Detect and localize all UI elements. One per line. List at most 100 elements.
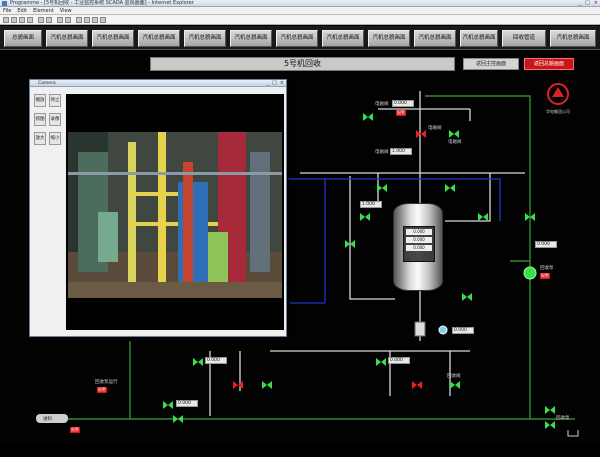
v2-value: 1.000 bbox=[360, 201, 382, 208]
camera-window-title: Camera bbox=[38, 81, 56, 86]
menu-file[interactable]: File bbox=[3, 7, 11, 14]
nav-button[interactable]: 回收管道 bbox=[502, 30, 546, 47]
valve-icon[interactable] bbox=[193, 358, 203, 366]
camera-minimize-icon[interactable]: _ bbox=[267, 80, 270, 87]
nav-button[interactable]: 汽机总貌画面 bbox=[184, 30, 226, 47]
camera-close-icon[interactable]: × bbox=[280, 80, 284, 87]
top-value: 0.000 bbox=[392, 100, 414, 107]
nav-button[interactable]: 汽机总貌画面 bbox=[414, 30, 456, 47]
feed-tag-shape bbox=[36, 414, 68, 423]
minimize-icon[interactable]: _ bbox=[579, 0, 582, 7]
nav-button[interactable]: 汽机总貌画面 bbox=[138, 30, 180, 47]
nav-bar: 总貌画面 汽机总貌画面 汽机总貌画面 汽机总貌画面 汽机总貌画面 汽机总貌画面 … bbox=[0, 26, 600, 50]
valve-icon[interactable] bbox=[345, 240, 355, 248]
top-valve-label: 电磁阀 bbox=[375, 102, 389, 107]
valve-icon[interactable] bbox=[545, 421, 555, 429]
camera-zoom-out-button[interactable]: 缩小 bbox=[49, 132, 61, 145]
lower-right-label: 回收阀 bbox=[447, 374, 461, 379]
valve-icon[interactable] bbox=[363, 113, 373, 121]
close-icon[interactable]: × bbox=[594, 0, 598, 7]
toolbar-refresh-icon[interactable] bbox=[19, 17, 25, 23]
recovery-tank[interactable]: 0.000 0.000 0.000 bbox=[393, 203, 443, 291]
mid-value: 0.000 bbox=[452, 327, 474, 334]
pump-running-icon[interactable] bbox=[523, 266, 537, 280]
video-frame[interactable] bbox=[66, 94, 284, 330]
camera-video-feed bbox=[68, 132, 282, 298]
window-titlebar: Programme - [5号机回收 - 工业监控系统 SCADA 监视画面] … bbox=[0, 0, 600, 7]
toolbar-pan-icon[interactable] bbox=[65, 17, 71, 23]
mid-tag-label: 电磁阀 bbox=[375, 150, 389, 155]
valve-icon[interactable] bbox=[545, 406, 555, 414]
valve-icon[interactable] bbox=[525, 213, 535, 221]
toolbar-zoom-icon[interactable] bbox=[46, 17, 52, 23]
return-overview-button[interactable]: 返回总貌画面 bbox=[524, 58, 574, 70]
valve-icon[interactable] bbox=[445, 184, 455, 192]
valve-closed-icon[interactable] bbox=[416, 130, 426, 138]
nav-button[interactable]: 汽机总貌画面 bbox=[368, 30, 410, 47]
camera-zoom-in-button[interactable]: 放大 bbox=[34, 132, 46, 145]
nav-button[interactable]: 总貌画面 bbox=[4, 30, 42, 47]
toolbar-settings-icon[interactable] bbox=[92, 17, 98, 23]
top-alarm-badge: 报警 bbox=[396, 110, 406, 116]
camera-snapshot-button[interactable]: 抓图 bbox=[34, 113, 46, 126]
valve-icon[interactable] bbox=[377, 184, 387, 192]
toolbar-stop-icon[interactable] bbox=[84, 17, 90, 23]
valve-icon[interactable] bbox=[262, 381, 272, 389]
valve-icon[interactable] bbox=[478, 213, 488, 221]
valve-icon[interactable] bbox=[376, 358, 386, 366]
menubar: File Edit Element View bbox=[0, 7, 600, 15]
toolbar-home-icon[interactable] bbox=[27, 17, 33, 23]
nav-button[interactable]: 汽机总貌画面 bbox=[550, 30, 596, 47]
nav-button[interactable]: 汽机总貌画面 bbox=[322, 30, 364, 47]
window-title: Programme - [5号机回收 - 工业监控系统 SCADA 监视画面] … bbox=[10, 0, 194, 6]
valve-icon[interactable] bbox=[360, 213, 370, 221]
valve-closed-icon[interactable] bbox=[233, 381, 243, 389]
nav-button[interactable]: 汽机总貌画面 bbox=[230, 30, 272, 47]
valve-icon[interactable] bbox=[163, 401, 173, 409]
toolbar-run-icon[interactable] bbox=[76, 17, 82, 23]
bottom-value: 0.000 bbox=[176, 400, 198, 407]
flow-meter-icon[interactable] bbox=[438, 325, 448, 335]
valve-icon[interactable] bbox=[462, 293, 472, 301]
menu-view[interactable]: View bbox=[60, 7, 72, 14]
camera-record-button[interactable]: 录像 bbox=[49, 113, 61, 126]
bottom-left-alarm: 报警 bbox=[97, 387, 107, 393]
right-alarm-badge: 报警 bbox=[540, 273, 550, 279]
right-pump-label: 回收泵 bbox=[540, 266, 554, 271]
drain-icon[interactable] bbox=[567, 429, 579, 437]
camera-window[interactable]: Camera _ □ × 播放 停止 抓图 录像 放大 缩小 bbox=[29, 79, 287, 337]
camera-titlebar[interactable]: Camera _ □ × bbox=[30, 80, 286, 87]
plant-camera-image bbox=[68, 132, 282, 298]
menu-edit[interactable]: Edit bbox=[17, 7, 27, 14]
filter-icon[interactable] bbox=[414, 321, 426, 337]
toolbar-forward-icon[interactable] bbox=[11, 17, 17, 23]
logo-caption: 华电集团公司 bbox=[546, 109, 570, 114]
toolbar-select-icon[interactable] bbox=[57, 17, 63, 23]
valve-icon[interactable] bbox=[450, 381, 460, 389]
v1-label: 电磁阀 bbox=[428, 126, 442, 131]
bottom-left-label: 回收泵运行 bbox=[95, 380, 118, 385]
valve-icon[interactable] bbox=[173, 415, 183, 423]
nav-button[interactable]: 汽机总貌画面 bbox=[276, 30, 318, 47]
nav-button[interactable]: 汽机总貌画面 bbox=[460, 30, 498, 47]
right-value: 0.000 bbox=[535, 241, 557, 248]
menu-element[interactable]: Element bbox=[33, 7, 54, 14]
camera-maximize-icon[interactable]: □ bbox=[272, 80, 277, 87]
toolbar-back-icon[interactable] bbox=[3, 17, 9, 23]
lower-right-value: 0.000 bbox=[388, 357, 410, 364]
valve-closed-icon[interactable] bbox=[412, 381, 422, 389]
return-main-button[interactable]: 返回主控画面 bbox=[463, 58, 519, 70]
feed-tag-label: 进料 bbox=[43, 417, 52, 422]
company-logo-icon bbox=[547, 83, 569, 105]
nav-button[interactable]: 汽机总貌画面 bbox=[92, 30, 134, 47]
tank-reading: 0.000 bbox=[406, 245, 432, 251]
nav-button[interactable]: 汽机总貌画面 bbox=[46, 30, 88, 47]
camera-play-button[interactable]: 播放 bbox=[34, 94, 46, 107]
toolbar-help-icon[interactable] bbox=[100, 17, 106, 23]
maximize-icon[interactable]: □ bbox=[585, 0, 590, 7]
v1-value: 1.000 bbox=[390, 148, 412, 155]
camera-stop-button[interactable]: 停止 bbox=[49, 94, 61, 107]
toolbar-print-icon[interactable] bbox=[38, 17, 44, 23]
valve-icon[interactable] bbox=[449, 130, 459, 138]
unit-title: 5号机回收 bbox=[150, 57, 455, 71]
